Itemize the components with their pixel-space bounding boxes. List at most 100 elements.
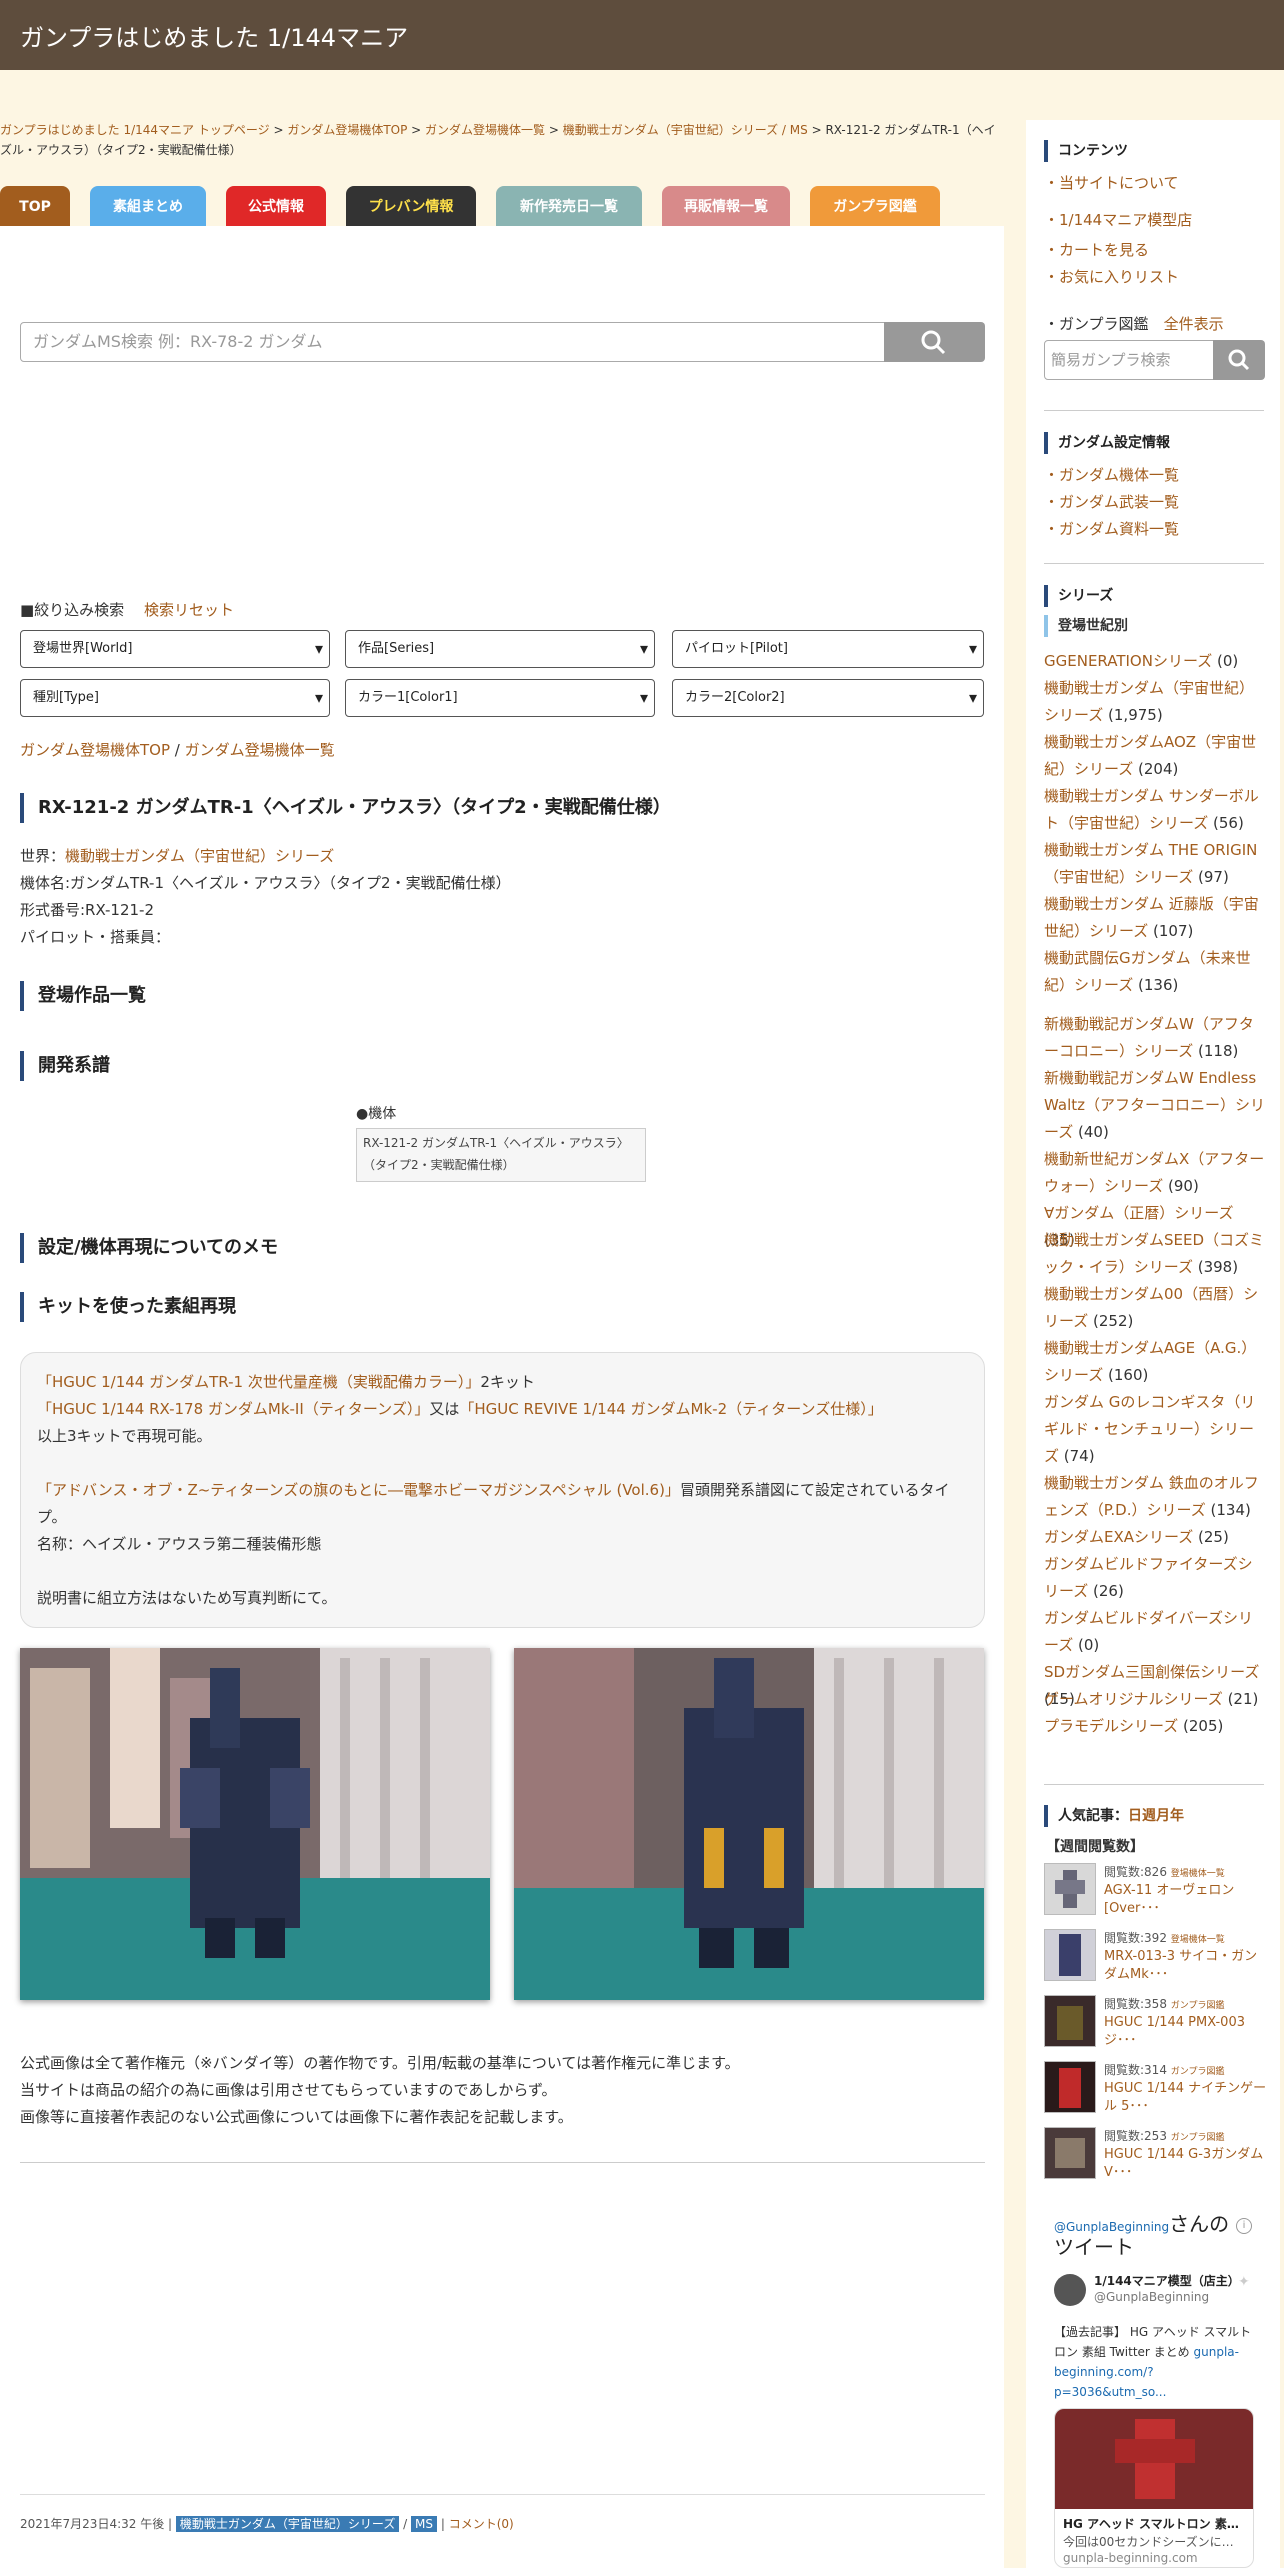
breadcrumb: ガンプラはじめました 1/144マニア トップページ > ガンダム登場機体TOP… [0,123,996,157]
series-item[interactable]: 新機動戦記ガンダムW（アフターコロニー）シリーズ (118) [1044,1011,1266,1065]
comment-link[interactable]: コメント(0) [449,2517,514,2531]
popular-item[interactable]: 閲覧数:358 ガンプラ図鑑 HGUC 1/144 PMX-003 ジ･･･ [1044,1995,1270,2051]
nav-premium-bandai[interactable]: プレバン情報 [346,186,476,228]
ms-search-button[interactable] [884,322,985,362]
sidebar-link-weapons[interactable]: ・ガンダム武装一覧 [1044,489,1179,516]
sidebar-link-docs[interactable]: ・ガンダム資料一覧 [1044,516,1179,543]
card-image [1055,2409,1253,2509]
series-link[interactable]: 機動新世紀ガンダムX（アフターウォー）シリーズ [1044,1150,1264,1195]
series-item[interactable]: 機動戦士ガンダムAGE（A.G.）シリーズ (160) [1044,1335,1266,1389]
popular-item[interactable]: 閲覧数:392 登場機体一覧 MRX-013-3 サイコ・ガンダムMk･･･ [1044,1929,1270,1985]
popular-tabs[interactable]: 日週月年 [1128,1808,1184,1824]
series-item[interactable]: ガンダム Gのレコンギスタ（リギルド・センチュリー）シリーズ (74) [1044,1389,1266,1470]
tw-handle-link[interactable]: @GunplaBeginning [1054,2220,1169,2234]
category-tag[interactable]: 機動戦士ガンダム（宇宙世紀）シリーズ [175,2516,400,2532]
series-link[interactable]: プラモデルシリーズ [1044,1717,1178,1735]
nav-sugumi[interactable]: 素組まとめ [90,186,206,228]
select-color1[interactable]: カラー1[Color1] [345,679,655,717]
series-link[interactable]: ガンダムEXAシリーズ [1044,1528,1193,1546]
sidebar-link-about[interactable]: ・当サイトについて [1044,170,1179,197]
kit-photo-back[interactable] [514,1648,984,2000]
series-item[interactable]: 機動戦士ガンダム 鉄血のオルフェンズ（P.D.）シリーズ (134) [1044,1470,1266,1524]
popular-thumb [1044,1929,1096,1981]
zukan-search-input[interactable]: 簡易ガンプラ検索 [1044,340,1214,380]
link-ms-list[interactable]: ガンダム登場機体一覧 [185,741,335,759]
kit-link-mk2-revive[interactable]: 「HGUC REVIVE 1/144 ガンダムMk-2（ティターンズ仕様）」 [459,1400,882,1418]
popular-item[interactable]: 閲覧数:253 ガンプラ図鑑 HGUC 1/144 G-3ガンダム V･･･ [1044,2127,1270,2183]
breadcrumb-home[interactable]: ガンプラはじめました 1/144マニア トップページ [0,123,270,137]
search-icon [921,330,946,355]
info-icon[interactable]: i [1236,2218,1252,2234]
select-type[interactable]: 種別[Type] [20,679,330,717]
kit-link-tr1[interactable]: 「HGUC 1/144 ガンダムTR-1 次世代量産機（実戦配備カラー）」 [37,1373,480,1391]
breadcrumb-ms-top[interactable]: ガンダム登場機体TOP [287,123,407,137]
series-item[interactable]: ガンダムEXAシリーズ (25) [1044,1524,1266,1551]
series-item[interactable]: 機動戦士ガンダム 近藤版（宇宙世紀）シリーズ (107) [1044,891,1266,945]
series-link[interactable]: 機動戦士ガンダムAGE（A.G.）シリーズ [1044,1339,1256,1384]
series-item[interactable]: 機動戦士ガンダム THE ORIGIN（宇宙世紀）シリーズ (97) [1044,837,1266,891]
kit-link-mk2[interactable]: 「HGUC 1/144 RX-178 ガンダムMk-II（ティターンズ）」 [37,1400,429,1418]
series-item[interactable]: 機動新世紀ガンダムX（アフターウォー）シリーズ (90) [1044,1146,1266,1200]
category-tag[interactable]: MS [411,2516,438,2532]
nav-resale[interactable]: 再販情報一覧 [662,186,790,228]
sidebar-link-shop[interactable]: ・1/144マニア模型店 [1044,207,1192,234]
series-link[interactable]: SDガンダム三国創傑伝シリーズ [1044,1663,1259,1681]
series-item[interactable]: 機動戦士ガンダムAOZ（宇宙世紀）シリーズ (204) [1044,729,1266,783]
series-item[interactable]: 機動戦士ガンダム（宇宙世紀）シリーズ (1,975) [1044,675,1266,729]
series-item[interactable]: 新機動戦記ガンダムW Endless Waltz（アフターコロニー）シリーズ (… [1044,1065,1266,1146]
link-ms-top[interactable]: ガンダム登場機体TOP [20,741,170,759]
select-pilot[interactable]: パイロット[Pilot] [672,630,984,668]
sidebar-link-ms-list[interactable]: ・ガンダム機体一覧 [1044,462,1179,489]
series-item[interactable]: ガンダムビルドファイターズシリーズ (26) [1044,1551,1266,1605]
select-world[interactable]: 登場世界[World] [20,630,330,668]
zukan-search-button[interactable] [1213,340,1265,380]
series-count: (118) [1193,1042,1239,1060]
avatar[interactable] [1054,2274,1086,2306]
series-item[interactable]: 機動戦士ガンダム00（西暦）シリーズ (252) [1044,1281,1266,1335]
site-title[interactable]: ガンプラはじめました 1/144マニア [20,18,408,53]
series-count: (252) [1088,1312,1134,1330]
nav-official[interactable]: 公式情報 [226,186,326,228]
series-link[interactable]: ガンダムビルドファイターズシリーズ [1044,1555,1253,1600]
zukan-show-all[interactable]: 全件表示 [1164,315,1224,333]
tw-card[interactable]: HG アヘッド スマルトロン 素… 今回は00セカンドシーズンに… gunpla… [1054,2408,1254,2568]
nav-top[interactable]: TOP [0,186,70,228]
popular-title[interactable]: HGUC 1/144 PMX-003 ジ･･･ [1104,2014,1270,2050]
search-reset-link[interactable]: 検索リセット [144,601,234,619]
header-band [0,70,1284,116]
popular-title[interactable]: HGUC 1/144 G-3ガンダム V･･･ [1104,2146,1270,2182]
series-link[interactable]: GGENERATIONシリーズ [1044,652,1212,670]
popular-title[interactable]: MRX-013-3 サイコ・ガンダムMk･･･ [1104,1948,1270,1984]
series-item[interactable]: 機動武闘伝Gガンダム（未来世紀）シリーズ (136) [1044,945,1266,999]
select-series[interactable]: 作品[Series] [345,630,655,668]
sidebar-link-favorites[interactable]: ・お気に入りリスト [1044,264,1179,291]
series-count: (205) [1178,1717,1224,1735]
kit-photo-front[interactable] [20,1648,490,2000]
series-count: (0) [1212,652,1239,670]
series-link[interactable]: ∀ガンダム（正暦）シリーズ [1044,1204,1234,1222]
book-link[interactable]: 「アドバンス・オブ・Z~ティターンズの旗のもとに―電撃ホビーマガジンスペシャル … [37,1481,680,1499]
breadcrumb-ms-list[interactable]: ガンダム登場機体一覧 [425,123,545,137]
series-link[interactable]: 機動戦士ガンダム00（西暦）シリーズ [1044,1285,1258,1330]
series-item[interactable]: ゲームオリジナルシリーズ (21) [1044,1686,1266,1713]
breadcrumb-series[interactable]: 機動戦士ガンダム（宇宙世紀）シリーズ / MS [563,123,808,137]
popular-item[interactable]: 閲覧数:314 ガンプラ図鑑 HGUC 1/144 ナイチンゲール 5･･･ [1044,2061,1270,2117]
sidebar-link-cart[interactable]: ・カートを見る [1044,237,1149,264]
nav-release-dates[interactable]: 新作発売日一覧 [496,186,642,228]
tw-name[interactable]: 1/144マニア模型（店主） [1094,2272,1240,2289]
popular-title[interactable]: HGUC 1/144 ナイチンゲール 5･･･ [1104,2080,1270,2116]
ms-search-input[interactable]: ガンダムMS検索 例：RX-78-2 ガンダム [20,322,886,362]
series-link[interactable]: ゲームオリジナルシリーズ [1044,1690,1223,1708]
tree-node[interactable]: RX-121-2 ガンダムTR-1〈ヘイズル・アウスラ〉 （タイプ2・実戦配備仕… [356,1128,646,1182]
series-item[interactable]: 機動戦士ガンダム サンダーボルト（宇宙世紀）シリーズ (56) [1044,783,1266,837]
series-item[interactable]: プラモデルシリーズ (205) [1044,1713,1266,1740]
popular-title[interactable]: AGX-11 オーヴェロン [Over･･･ [1104,1882,1270,1918]
popular-item[interactable]: 閲覧数:826 登場機体一覧 AGX-11 オーヴェロン [Over･･･ [1044,1863,1270,1919]
nav-gunpla-zukan[interactable]: ガンプラ図鑑 [810,186,940,228]
series-item[interactable]: 機動戦士ガンダムSEED（コズミック・イラ）シリーズ (398) [1044,1227,1266,1281]
divider [20,2162,985,2163]
series-item[interactable]: GGENERATIONシリーズ (0) [1044,648,1266,675]
series-item[interactable]: ガンダムビルドダイバーズシリーズ (0) [1044,1605,1266,1659]
select-color2[interactable]: カラー2[Color2] [672,679,984,717]
ms-world-link[interactable]: 機動戦士ガンダム（宇宙世紀）シリーズ [65,847,334,865]
